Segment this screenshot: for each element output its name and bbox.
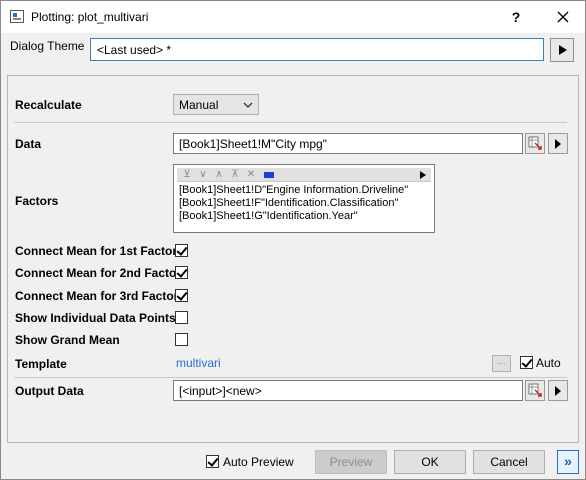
connect-mean-2nd-checkbox[interactable] xyxy=(175,266,188,279)
expand-menu-icon[interactable] xyxy=(417,169,429,181)
template-auto-checkbox[interactable] xyxy=(520,356,533,369)
help-button[interactable]: ? xyxy=(506,7,526,27)
recalculate-label: Recalculate xyxy=(15,98,82,112)
theme-menu-button[interactable] xyxy=(550,38,574,62)
cancel-button[interactable]: Cancel xyxy=(473,450,545,474)
show-grand-mean-label: Show Grand Mean xyxy=(15,333,120,347)
show-data-points-checkbox[interactable] xyxy=(175,311,188,324)
connect-mean-1st-label: Connect Mean for 1st Factor xyxy=(15,244,178,258)
data-label: Data xyxy=(15,137,42,151)
factor-item[interactable]: [Book1]Sheet1!F"Identification.Classific… xyxy=(179,197,398,209)
recalculate-value: Manual xyxy=(179,98,219,112)
connect-mean-3rd-label: Connect Mean for 3rd Factor xyxy=(15,289,179,303)
data-input[interactable]: [Book1]Sheet1!M"City mpg" xyxy=(173,133,523,154)
auto-preview-checkbox[interactable] xyxy=(206,455,219,468)
select-icon[interactable] xyxy=(263,169,275,181)
connect-mean-2nd-label: Connect Mean for 2nd Factor xyxy=(15,266,182,280)
factors-toolbar: ⊻ ∨ ∧ ⊼ ✕ xyxy=(177,168,431,182)
template-browse-button[interactable]: ... xyxy=(492,355,511,372)
template-link[interactable]: multivari xyxy=(176,356,221,370)
output-menu-button[interactable] xyxy=(548,380,568,401)
show-grand-mean-checkbox[interactable] xyxy=(175,333,188,346)
recalculate-select[interactable]: Manual xyxy=(173,94,259,115)
template-auto-label: Auto xyxy=(536,356,561,370)
show-data-points-label: Show Individual Data Points xyxy=(15,311,176,325)
dialog-theme-field[interactable]: <Last used> * xyxy=(90,38,544,61)
close-icon xyxy=(557,11,569,23)
close-button[interactable] xyxy=(552,7,574,27)
factors-list[interactable]: ⊻ ∨ ∧ ⊼ ✕ [Book1]Sheet1!D"Engine Informa… xyxy=(173,164,435,233)
connect-mean-1st-checkbox[interactable] xyxy=(175,244,188,257)
data-select-range-button[interactable] xyxy=(525,133,545,154)
dialog-theme-label: Dialog Theme xyxy=(10,39,85,53)
output-select-range-button[interactable] xyxy=(525,380,545,401)
dialog-window: Plotting: plot_multivari ? Dialog Theme … xyxy=(0,0,586,480)
app-window-icon xyxy=(10,10,24,23)
factors-label: Factors xyxy=(15,194,59,208)
chevron-down-icon xyxy=(243,102,253,108)
select-range-icon xyxy=(528,136,542,150)
connect-mean-3rd-checkbox[interactable] xyxy=(175,289,188,302)
factor-item[interactable]: [Book1]Sheet1!D"Engine Information.Drive… xyxy=(179,184,408,196)
template-label: Template xyxy=(15,357,67,371)
data-menu-button[interactable] xyxy=(548,133,568,154)
window-title: Plotting: plot_multivari xyxy=(31,10,149,24)
select-range-icon xyxy=(528,383,542,397)
move-bottom-icon[interactable]: ⊻ xyxy=(181,169,193,181)
move-down-icon[interactable]: ∨ xyxy=(197,169,209,181)
remove-icon[interactable]: ✕ xyxy=(245,169,257,181)
expand-dialog-button[interactable]: » xyxy=(557,450,579,474)
divider xyxy=(14,377,567,378)
move-up-icon[interactable]: ∧ xyxy=(213,169,225,181)
output-data-label: Output Data xyxy=(15,384,84,398)
ok-button[interactable]: OK xyxy=(394,450,466,474)
factor-item[interactable]: [Book1]Sheet1!G"Identification.Year" xyxy=(179,210,358,222)
divider xyxy=(14,122,567,123)
output-data-input[interactable]: [<input>]<new> xyxy=(173,380,523,401)
title-bar[interactable]: Plotting: plot_multivari ? xyxy=(1,1,585,33)
preview-button[interactable]: Preview xyxy=(315,450,387,474)
auto-preview-label: Auto Preview xyxy=(223,455,294,469)
move-top-icon[interactable]: ⊼ xyxy=(229,169,241,181)
